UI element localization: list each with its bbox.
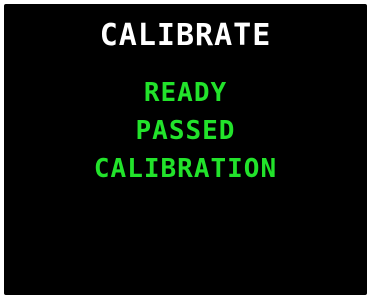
screen-title: CALIBRATE — [99, 18, 272, 53]
status-line-passed: PASSED — [135, 116, 236, 146]
calibration-display: CALIBRATE READY PASSED CALIBRATION — [4, 4, 367, 295]
status-line-calibration: CALIBRATION — [93, 154, 278, 184]
status-message: READY PASSED CALIBRATION — [4, 74, 367, 188]
status-line-ready: READY — [143, 78, 228, 108]
